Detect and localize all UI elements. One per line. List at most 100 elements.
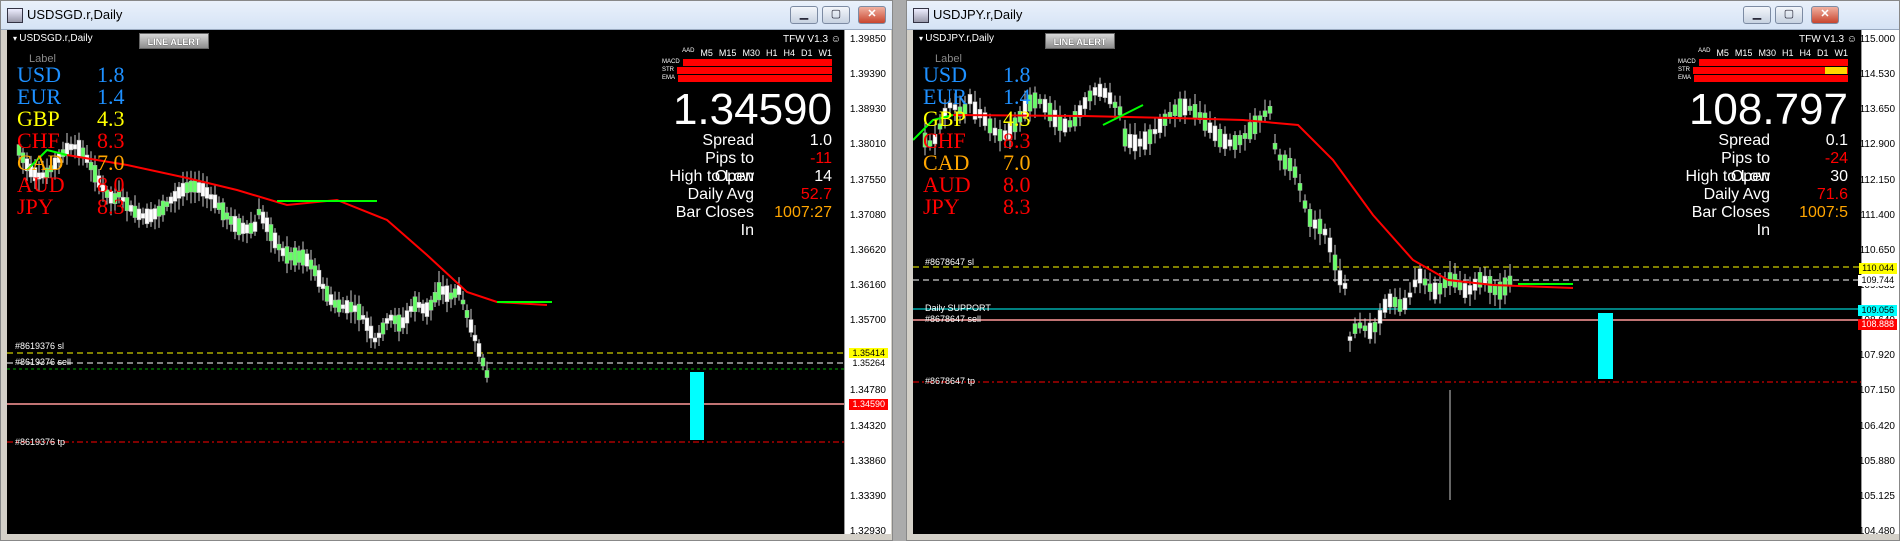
- info-key: High to Low: [669, 168, 755, 185]
- candle-body: [324, 285, 330, 302]
- currency-row-eur: EUR 1.4: [923, 86, 1031, 108]
- y-tick-label: 113.650: [1859, 104, 1895, 116]
- indicator-bar: [678, 74, 832, 82]
- candle-body: [468, 319, 474, 333]
- candle-body: [428, 299, 434, 311]
- candle-body: [196, 182, 202, 193]
- info-value: 1.0: [809, 132, 832, 149]
- y-tick-label: 114.530: [1859, 69, 1895, 81]
- chart-area[interactable]: USDSGD.r,Daily LINE ALERT TFW V1.3 ☺ Lab…: [7, 30, 844, 540]
- info-value: 0.1: [1825, 132, 1848, 149]
- indicator-bar: [1694, 74, 1848, 82]
- candle-body: [312, 265, 318, 277]
- candle-body: [1242, 133, 1248, 139]
- candle-body: [1157, 118, 1163, 133]
- line-alert-button[interactable]: LINE ALERT: [1045, 33, 1115, 49]
- candle-body: [1097, 83, 1103, 97]
- candle-body: [1292, 166, 1298, 178]
- candle-body: [452, 288, 458, 298]
- timeframe-w1: W1: [818, 48, 833, 58]
- candle-body: [404, 310, 410, 324]
- info-row: Spread 0.1: [1678, 132, 1848, 150]
- info-key: Bar Closes In: [1691, 204, 1770, 239]
- price-axis[interactable]: 1.39850 1.39390 1.38930 1.38010 1.37550 1.370…: [844, 30, 891, 540]
- y-tick-label: 105.880: [1858, 455, 1895, 467]
- candle-body: [1092, 87, 1098, 96]
- candle-body: [1287, 158, 1293, 172]
- currency-value: 8.3: [1003, 194, 1031, 219]
- price-tag: 1.35264: [849, 358, 888, 369]
- window-titlebar[interactable]: USDJPY.r,Daily ▁ ▢ ✕: [907, 1, 1899, 30]
- candle-body: [1167, 111, 1173, 117]
- candle-body: [244, 224, 250, 234]
- currency-strength-list: USD 1.8 EUR 1.4 GBP 4.3 CHF 8.3 CAD 7.0 AUD 8.0 JPY 8…: [17, 64, 125, 218]
- candle-body: [296, 250, 302, 263]
- candle-body: [248, 222, 254, 234]
- window-titlebar[interactable]: USDSGD.r,Daily ▁ ▢ ✕: [1, 1, 892, 30]
- candle-body: [1462, 283, 1468, 299]
- indicator-name: STR: [662, 67, 674, 73]
- currency-name: USD: [923, 62, 968, 87]
- minimize-button[interactable]: ▁: [790, 6, 818, 24]
- minimize-button[interactable]: ▁: [1743, 6, 1771, 24]
- candle-body: [1477, 272, 1483, 288]
- price-axis[interactable]: 115.000 114.530 113.650 112.900 112.150 111.4…: [1858, 30, 1899, 540]
- info-key: Bar Closes In: [675, 204, 754, 239]
- candle-body: [1412, 279, 1418, 288]
- indicator-name: EMA: [662, 75, 676, 81]
- candle-body: [1267, 105, 1273, 114]
- candle-body: [1457, 282, 1463, 291]
- candle-body: [280, 247, 286, 257]
- candle-body: [292, 247, 298, 266]
- candle-body: [1102, 87, 1108, 98]
- candle-body: [220, 202, 226, 221]
- currency-value: 8.0: [97, 172, 125, 197]
- line-alert-button[interactable]: LINE ALERT: [139, 33, 209, 49]
- candle-body: [1262, 110, 1268, 117]
- y-tick-label: 110.650: [1859, 244, 1895, 256]
- candle-body: [184, 182, 190, 194]
- candle-body: [228, 215, 234, 225]
- y-tick-label: 1.38010: [849, 139, 886, 151]
- candle-body: [1212, 125, 1218, 142]
- candle-body: [260, 211, 266, 224]
- timeframe-d1: D1: [1816, 48, 1829, 58]
- order-tp-label: #8678647 tp: [925, 376, 976, 386]
- candle-body: [1337, 270, 1343, 286]
- indicator-cell-yellow: [1825, 66, 1847, 74]
- candle-body: [432, 292, 438, 303]
- order-sl-label: #8619376 sl: [15, 341, 65, 351]
- y-tick-label: 1.35700: [849, 315, 886, 327]
- info-value: 71.6: [1816, 186, 1848, 203]
- timeframe-h4: H4: [1799, 48, 1811, 58]
- candle-body: [1357, 322, 1363, 329]
- candle-body: [124, 197, 130, 211]
- candle-body: [1342, 282, 1348, 289]
- chart-area[interactable]: USDJPY.r,Daily LINE ALERT TFW V1.3 ☺ Lab…: [913, 30, 1861, 540]
- candle-body: [1282, 154, 1288, 170]
- y-tick-label: 115.000: [1859, 34, 1895, 45]
- timeframe-h4: H4: [783, 48, 795, 58]
- currency-row-usd: USD 1.8: [923, 64, 1031, 86]
- current-price: 1.34590: [672, 85, 832, 134]
- close-button[interactable]: ✕: [858, 6, 886, 24]
- candle-body: [360, 314, 366, 320]
- candle-body: [1472, 278, 1478, 291]
- chart-window-usdjpy[interactable]: USDJPY.r,Daily ▁ ▢ ✕ USDJPY.r,Daily LINE…: [906, 0, 1900, 541]
- maximize-button[interactable]: ▢: [1775, 6, 1803, 24]
- close-button[interactable]: ✕: [1811, 6, 1839, 24]
- candle-body: [240, 222, 246, 234]
- info-row: Bar Closes In 1007:5: [1678, 204, 1848, 239]
- symbol-label: USDJPY.r,Daily: [919, 33, 994, 44]
- chart-window-usdsgd[interactable]: USDSGD.r,Daily ▁ ▢ ✕ USDSGD.r,Daily LINE…: [0, 0, 893, 541]
- y-tick-label: 1.34320: [849, 420, 886, 432]
- maximize-button[interactable]: ▢: [822, 6, 850, 24]
- candle-body: [1192, 104, 1198, 119]
- y-tick-label: 1.34780: [849, 385, 886, 397]
- version-label: TFW V1.3 ☺: [1799, 34, 1857, 45]
- candle-body: [440, 286, 446, 295]
- candle-body: [188, 180, 194, 193]
- info-key: Daily Avg: [687, 186, 754, 203]
- ma-line-red: [952, 114, 1574, 289]
- candle-body: [1207, 122, 1213, 134]
